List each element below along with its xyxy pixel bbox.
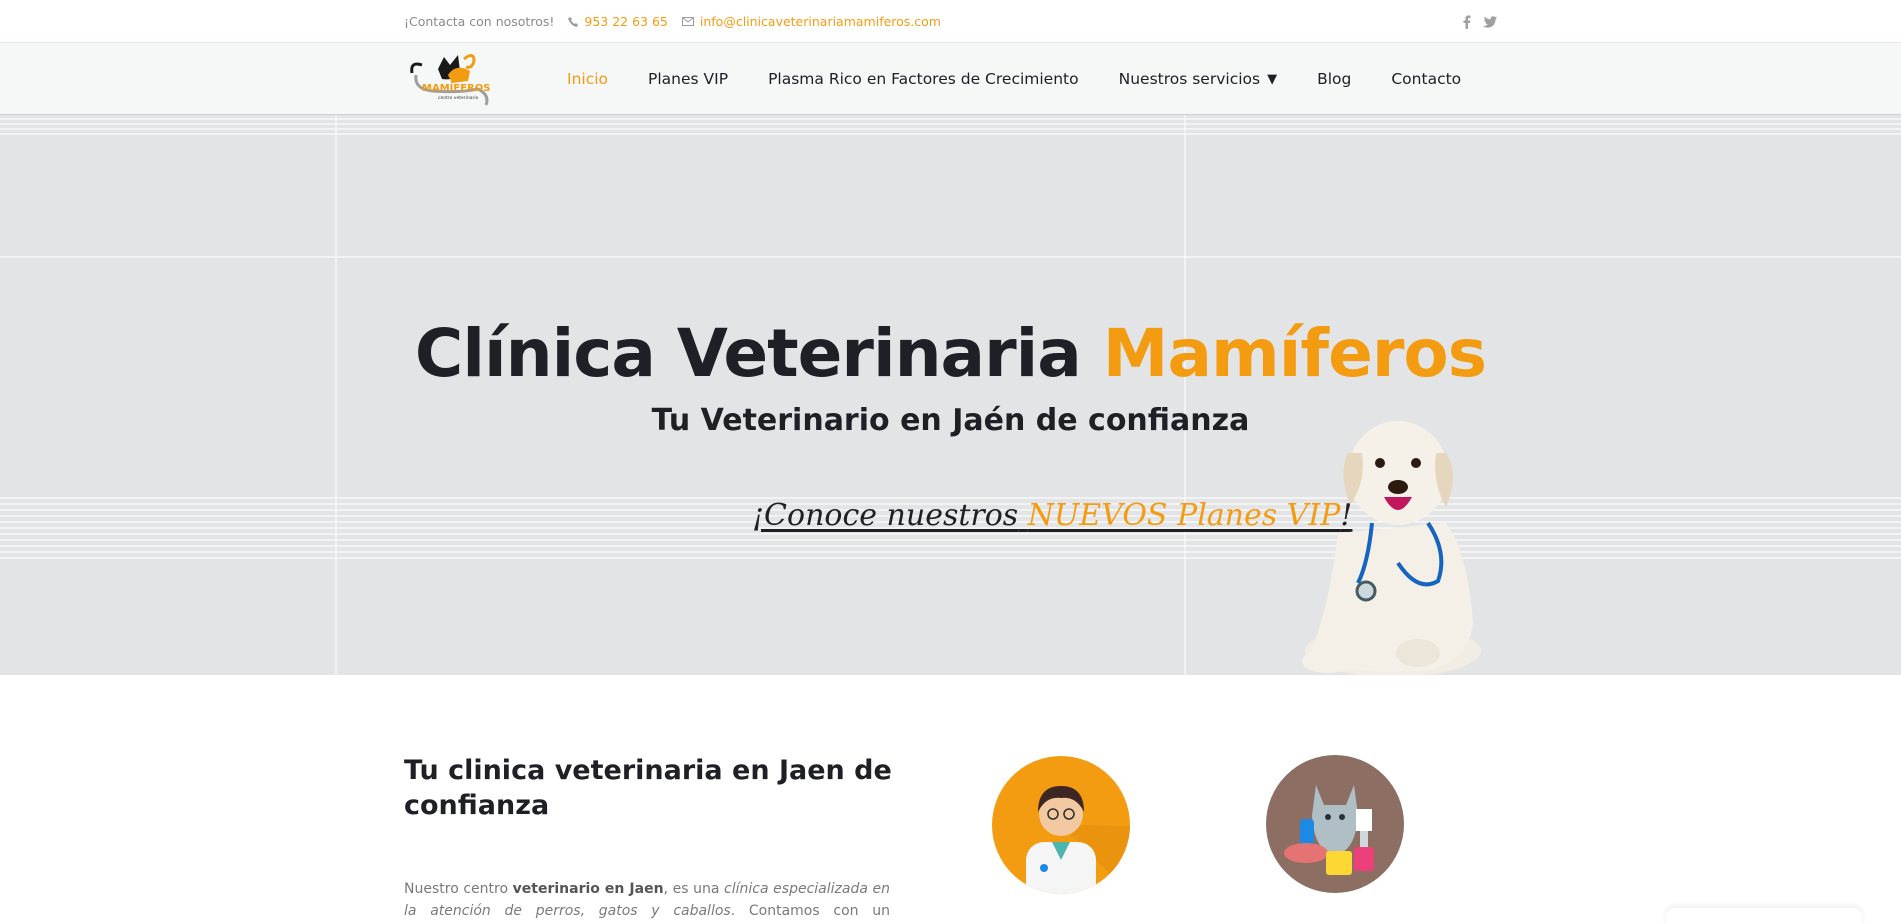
cat-with-pet-supplies-illustration bbox=[1266, 755, 1404, 893]
vip-plans-link[interactable]: ¡Conoce nuestros NUEVOS Planes VIP! bbox=[752, 498, 1352, 533]
contact-lead-text: ¡Contacta con nosotros! bbox=[404, 14, 555, 29]
intro-keyword: veterinario en Jaen bbox=[512, 881, 664, 897]
twitter-icon[interactable] bbox=[1483, 15, 1497, 28]
site-logo[interactable]: MAMÍFEROS centro veterinario bbox=[408, 49, 494, 111]
top-bar: ¡Contacta con nosotros! 953 22 63 65 inf… bbox=[0, 0, 1901, 43]
intro-paragraph: Nuestro centro veterinario en Jaen, es u… bbox=[404, 881, 890, 919]
nav-item-contacto[interactable]: Contacto bbox=[1371, 43, 1481, 115]
intro-heading: Tu clinica veterinaria en Jaen de confia… bbox=[404, 755, 892, 821]
dog-with-stethoscope-image bbox=[1302, 421, 1481, 675]
logo-wordmark: MAMÍFEROS bbox=[422, 81, 490, 94]
nav-item-nuestros-servicios[interactable]: Nuestros servicios ▼ bbox=[1099, 43, 1297, 115]
hero-background-pattern bbox=[0, 115, 1901, 675]
phone-number: 953 22 63 65 bbox=[584, 14, 668, 29]
chat-widget-tab[interactable] bbox=[1666, 908, 1862, 923]
hero-title: Clínica Veterinaria Mamíferos bbox=[414, 315, 1487, 392]
social-links bbox=[1463, 14, 1497, 29]
phone-link[interactable]: 953 22 63 65 bbox=[568, 14, 668, 29]
hero-subtitle: Tu Veterinario en Jaén de confianza bbox=[651, 403, 1250, 438]
facebook-icon[interactable] bbox=[1463, 14, 1471, 29]
dropdown-caret-icon: ▼ bbox=[1267, 71, 1278, 87]
hero-banner: Clínica Veterinaria Mamíferos Tu Veterin… bbox=[0, 115, 1901, 675]
envelope-icon bbox=[681, 17, 694, 26]
main-header: MAMÍFEROS centro veterinario Inicio Plan… bbox=[0, 43, 1901, 119]
email-link[interactable]: info@clinicaveterinariamamiferos.com bbox=[681, 14, 941, 29]
veterinarian-illustration bbox=[992, 756, 1130, 894]
email-address: info@clinicaveterinariamamiferos.com bbox=[699, 14, 941, 29]
nav-item-blog[interactable]: Blog bbox=[1297, 43, 1371, 115]
logo-tagline: centro veterinario bbox=[438, 95, 479, 101]
nav-item-inicio[interactable]: Inicio bbox=[547, 43, 629, 119]
nav-item-planes-vip[interactable]: Planes VIP bbox=[628, 43, 748, 115]
phone-icon bbox=[568, 16, 579, 27]
nav-item-plasma-rico[interactable]: Plasma Rico en Factores de Crecimiento bbox=[748, 43, 1099, 115]
main-nav: Inicio Planes VIP Plasma Rico en Factore… bbox=[547, 43, 1481, 119]
hero-title-accent: Mamíferos bbox=[1102, 315, 1487, 392]
